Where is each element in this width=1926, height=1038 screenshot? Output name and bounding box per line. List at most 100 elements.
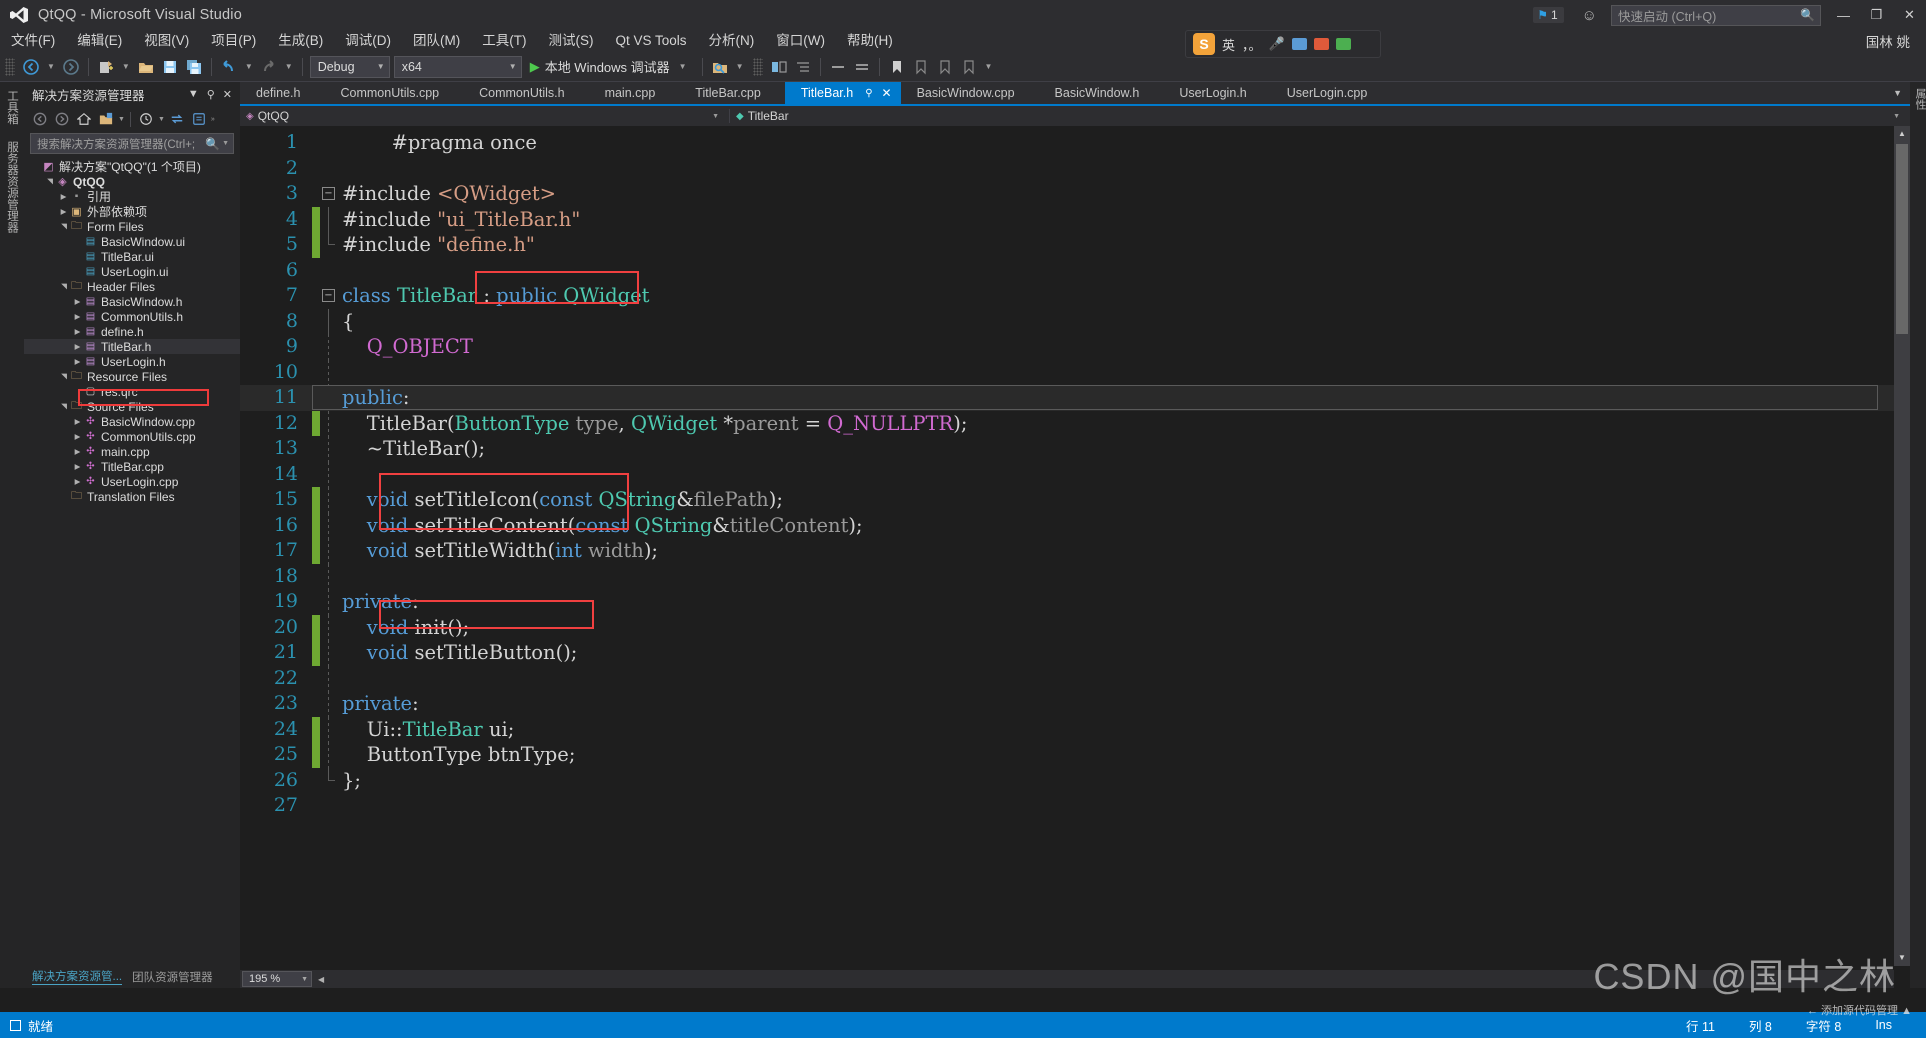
navbar-project-dropdown[interactable]: ◈ QtQQ ▼ bbox=[240, 109, 730, 123]
code-line[interactable]: 1 #pragma once bbox=[240, 130, 1910, 156]
menu-item-test[interactable]: 测试(S) bbox=[538, 30, 605, 52]
code-line[interactable]: 23 private: bbox=[240, 691, 1910, 717]
tree-item[interactable]: ▶ ✣ main.cpp bbox=[24, 444, 240, 459]
tree-item[interactable]: ▶ ▤ CommonUtils.h bbox=[24, 309, 240, 324]
editor-tab[interactable]: BasicWindow.cpp bbox=[901, 82, 1039, 104]
collapse-triangle-icon[interactable]: ◢ bbox=[59, 371, 68, 382]
collapse-triangle-icon[interactable]: ◢ bbox=[59, 221, 68, 232]
code-line[interactable]: 4 #include "ui_TitleBar.h" bbox=[240, 206, 1910, 232]
fold-collapse-icon[interactable]: − bbox=[322, 187, 335, 200]
bookmark-caret-icon[interactable]: ▼ bbox=[981, 62, 997, 71]
editor-tab[interactable]: UserLogin.cpp bbox=[1271, 82, 1392, 104]
fold-gutter[interactable] bbox=[320, 130, 338, 156]
tree-item[interactable]: ▢ res.qrc bbox=[24, 384, 240, 399]
collapse-triangle-icon[interactable]: ◢ bbox=[45, 176, 54, 187]
ime-punctuation-toggle[interactable]: ，。 bbox=[1242, 35, 1262, 54]
fold-gutter[interactable] bbox=[320, 436, 338, 462]
sync-icon[interactable] bbox=[167, 109, 187, 129]
menu-item-debug[interactable]: 调试(D) bbox=[334, 30, 402, 52]
chevron-down-icon[interactable]: ▼ bbox=[118, 116, 125, 123]
editor-tab[interactable]: define.h bbox=[240, 82, 324, 104]
back-icon[interactable] bbox=[30, 109, 50, 129]
search-icon[interactable]: 🔍 bbox=[203, 137, 222, 151]
close-icon[interactable]: ✕ bbox=[219, 88, 236, 101]
keyboard-icon[interactable] bbox=[1291, 38, 1307, 50]
collapse-triangle-icon[interactable]: ◢ bbox=[59, 401, 68, 412]
bookmark-prev-icon[interactable] bbox=[909, 55, 933, 79]
pending-changes-icon[interactable] bbox=[136, 109, 156, 129]
scroll-left-arrow-icon[interactable]: ◀ bbox=[312, 975, 330, 984]
code-line[interactable]: 15 void setTitleIcon(const QString&fileP… bbox=[240, 487, 1910, 513]
menu-item-view[interactable]: 视图(V) bbox=[133, 30, 200, 52]
expand-triangle-icon[interactable]: ▶ bbox=[72, 297, 83, 306]
vertical-scroll-thumb[interactable] bbox=[1896, 144, 1908, 334]
zoom-level-combo[interactable]: 195 % ▼ bbox=[242, 971, 312, 987]
fold-gutter[interactable] bbox=[320, 665, 338, 691]
tab-overflow-icon[interactable]: ▼ bbox=[1885, 82, 1910, 104]
compare-icon[interactable] bbox=[767, 55, 791, 79]
bookmark-clear-icon[interactable] bbox=[957, 55, 981, 79]
toolbox-vertical-tab[interactable]: 工具箱 bbox=[0, 82, 24, 133]
editor-tab[interactable]: CommonUtils.h bbox=[463, 82, 588, 104]
collapse-triangle-icon[interactable]: ◢ bbox=[59, 281, 68, 292]
open-file-icon[interactable] bbox=[134, 55, 158, 79]
code-line[interactable]: 19 private: bbox=[240, 589, 1910, 615]
expand-triangle-icon[interactable]: ▶ bbox=[58, 192, 69, 201]
menu-item-window[interactable]: 窗口(W) bbox=[765, 30, 836, 52]
tree-item[interactable]: 🗀 Translation Files bbox=[24, 489, 240, 504]
editor-tab[interactable]: UserLogin.h bbox=[1163, 82, 1270, 104]
properties-vertical-tab[interactable]: 属性 bbox=[1910, 82, 1926, 116]
solution-platform-combo[interactable]: x64 ▼ bbox=[393, 55, 522, 78]
code-line[interactable]: 16 void setTitleContent(const QString&ti… bbox=[240, 512, 1910, 538]
comment-icon[interactable] bbox=[826, 55, 850, 79]
menu-item-analyze[interactable]: 分析(N) bbox=[698, 30, 766, 52]
menu-item-file[interactable]: 文件(F) bbox=[0, 30, 66, 52]
code-line[interactable]: 17 void setTitleWidth(int width); bbox=[240, 538, 1910, 564]
scroll-down-arrow-icon[interactable]: ▼ bbox=[1894, 950, 1910, 966]
code-line[interactable]: 14 bbox=[240, 461, 1910, 487]
server-explorer-vertical-tab[interactable]: 服务器资源管理器 bbox=[0, 133, 24, 241]
fold-gutter[interactable] bbox=[320, 232, 338, 258]
expand-triangle-icon[interactable]: ▶ bbox=[72, 447, 83, 456]
menu-item-build[interactable]: 生成(B) bbox=[267, 30, 334, 52]
code-line[interactable]: 3 − #include <QWidget> bbox=[240, 181, 1910, 207]
fold-gutter[interactable] bbox=[320, 538, 338, 564]
ime-language-indicator[interactable]: 英 bbox=[1222, 35, 1235, 54]
fold-gutter[interactable] bbox=[320, 334, 338, 360]
tree-item[interactable]: ◢ 🗀 Header Files bbox=[24, 279, 240, 294]
maximize-button[interactable]: ❐ bbox=[1860, 0, 1893, 30]
arrow-forward-icon[interactable] bbox=[59, 55, 83, 79]
redo-icon[interactable] bbox=[257, 55, 281, 79]
code-line[interactable]: 21 void setTitleButton(); bbox=[240, 640, 1910, 666]
skype-icon[interactable]: S bbox=[1193, 33, 1215, 55]
code-line[interactable]: 8{ bbox=[240, 308, 1910, 334]
editor-tab[interactable]: TitleBar.h ⚲ ✕ bbox=[784, 82, 901, 104]
navbar-member-dropdown[interactable]: ◆ TitleBar ▼ bbox=[730, 109, 1910, 123]
save-all-icon[interactable] bbox=[182, 55, 206, 79]
editor-tab[interactable]: main.cpp bbox=[589, 82, 680, 104]
find-in-files-icon[interactable] bbox=[708, 55, 732, 79]
close-icon[interactable]: ✕ bbox=[877, 86, 897, 100]
menu-item-project[interactable]: 项目(P) bbox=[200, 30, 267, 52]
tree-item[interactable]: ▶ ▤ define.h bbox=[24, 324, 240, 339]
fold-gutter[interactable] bbox=[320, 793, 338, 819]
minimize-button[interactable]: — bbox=[1827, 0, 1860, 30]
code-line[interactable]: 27 bbox=[240, 793, 1910, 819]
expand-triangle-icon[interactable]: ▶ bbox=[72, 432, 83, 441]
quick-launch-input[interactable]: 快速启动 (Ctrl+Q) 🔍 bbox=[1611, 4, 1821, 26]
signed-in-user[interactable]: 国林 姚 bbox=[1866, 31, 1920, 51]
code-line[interactable]: 20 void init(); bbox=[240, 614, 1910, 640]
fold-collapse-icon[interactable]: − bbox=[322, 289, 335, 302]
arrow-back-icon[interactable] bbox=[19, 55, 43, 79]
redo-dropdown-caret-icon[interactable]: ▼ bbox=[281, 62, 297, 71]
expand-triangle-icon[interactable]: ▶ bbox=[72, 417, 83, 426]
tree-item[interactable]: ▶ ✣ UserLogin.cpp bbox=[24, 474, 240, 489]
tree-item[interactable]: ◢ 🗀 Resource Files bbox=[24, 369, 240, 384]
tree-item[interactable]: ▶ ▣ 外部依赖项 bbox=[24, 204, 240, 219]
menu-item-tools[interactable]: 工具(T) bbox=[471, 30, 537, 52]
fold-gutter[interactable] bbox=[320, 461, 338, 487]
fold-gutter[interactable] bbox=[320, 206, 338, 232]
tree-item[interactable]: ▶ ✣ TitleBar.cpp bbox=[24, 459, 240, 474]
code-line[interactable]: 18 bbox=[240, 563, 1910, 589]
properties-icon[interactable] bbox=[189, 109, 209, 129]
